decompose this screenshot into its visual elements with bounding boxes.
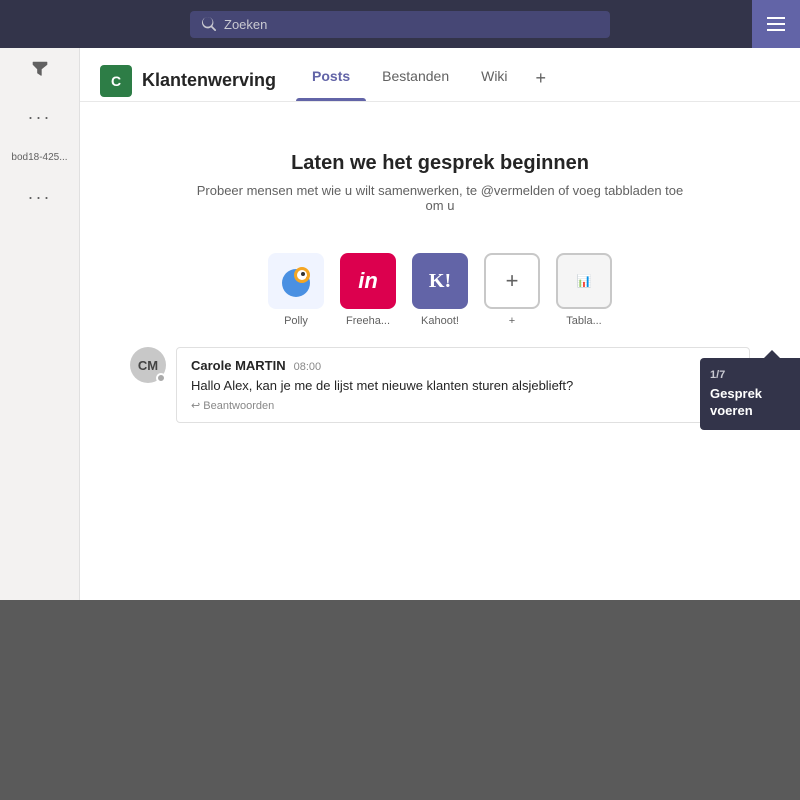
freehand-label: Freeha... — [346, 315, 390, 327]
channel-title: Klantenwerving — [142, 70, 276, 91]
sidebar-item-channel-1[interactable]: bod18-425... — [11, 152, 67, 163]
tooltip-count: 1/7 — [710, 368, 790, 382]
tab-wiki[interactable]: Wiki — [465, 60, 523, 101]
sidebar-item-1[interactable]: ··· — [28, 107, 52, 128]
add-app-icon: + — [484, 253, 540, 309]
channel-header: C Klantenwerving Posts Bestanden Wiki + — [80, 48, 800, 102]
top-bar: Zoeken — [0, 0, 800, 48]
message-avatar: CM — [130, 347, 166, 383]
sidebar-item-2[interactable]: ··· — [28, 187, 52, 208]
app-kahoot[interactable]: K! Kahoot! — [412, 253, 468, 327]
app-tabla[interactable]: 📊 Tabla... — [556, 253, 612, 327]
channel-tabs: Posts Bestanden Wiki + — [296, 60, 558, 101]
tooltip-triangle — [764, 350, 780, 358]
app-polly[interactable]: Polly — [268, 253, 324, 327]
message-header: Carole MARTIN 08:00 — [191, 358, 735, 373]
search-icon — [202, 17, 216, 31]
message-content-box: Carole MARTIN 08:00 Hallo Alex, kan je m… — [176, 347, 750, 423]
tabla-icon: 📊 — [556, 253, 612, 309]
invision-icon: in — [340, 253, 396, 309]
message-text: Hallo Alex, kan je me de lijst met nieuw… — [191, 377, 735, 395]
avatar-status-icon — [156, 373, 166, 383]
message-thread: CM Carole MARTIN 08:00 Hallo Alex, kan j… — [130, 347, 750, 435]
add-tab-button[interactable]: + — [524, 60, 559, 101]
ellipsis-icon-1: ··· — [28, 107, 52, 128]
add-label: + — [509, 315, 515, 327]
filter-icon[interactable] — [31, 60, 49, 83]
message-item: CM Carole MARTIN 08:00 Hallo Alex, kan j… — [130, 347, 750, 423]
message-reply-hint[interactable]: ↩ Beantwoorden — [191, 399, 735, 412]
kahoot-label: Kahoot! — [421, 315, 459, 327]
channel-item-label-1: bod18-425... — [11, 152, 67, 163]
search-placeholder: Zoeken — [224, 17, 267, 32]
avatar-initials: CM — [138, 358, 158, 373]
ellipsis-icon-2: ··· — [28, 187, 52, 208]
tabla-label: Tabla... — [566, 315, 601, 327]
polly-label: Polly — [284, 315, 308, 327]
message-author: Carole MARTIN — [191, 358, 286, 373]
channel-avatar: C — [100, 65, 132, 97]
welcome-subtitle: Probeer mensen met wie u wilt samenwerke… — [190, 183, 690, 213]
welcome-title: Laten we het gesprek beginnen — [100, 152, 780, 175]
app-freehand[interactable]: in Freeha... — [340, 253, 396, 327]
bottom-bar — [0, 600, 800, 800]
app-icons-row: Polly in Freeha... K! Kahoot! + — [268, 253, 612, 327]
tooltip-text: Gesprek voeren — [710, 386, 790, 420]
message-time: 08:00 — [294, 361, 322, 373]
hamburger-button[interactable] — [752, 0, 800, 48]
tab-posts[interactable]: Posts — [296, 60, 366, 101]
kahoot-icon: K! — [412, 253, 468, 309]
welcome-section: Laten we het gesprek beginnen Probeer me… — [100, 152, 780, 213]
app-add[interactable]: + + — [484, 253, 540, 327]
tab-bestanden[interactable]: Bestanden — [366, 60, 465, 101]
search-bar[interactable]: Zoeken — [190, 11, 610, 38]
tooltip-popover: 1/7 Gesprek voeren — [700, 358, 800, 430]
hamburger-icon — [767, 17, 785, 31]
polly-icon — [268, 253, 324, 309]
